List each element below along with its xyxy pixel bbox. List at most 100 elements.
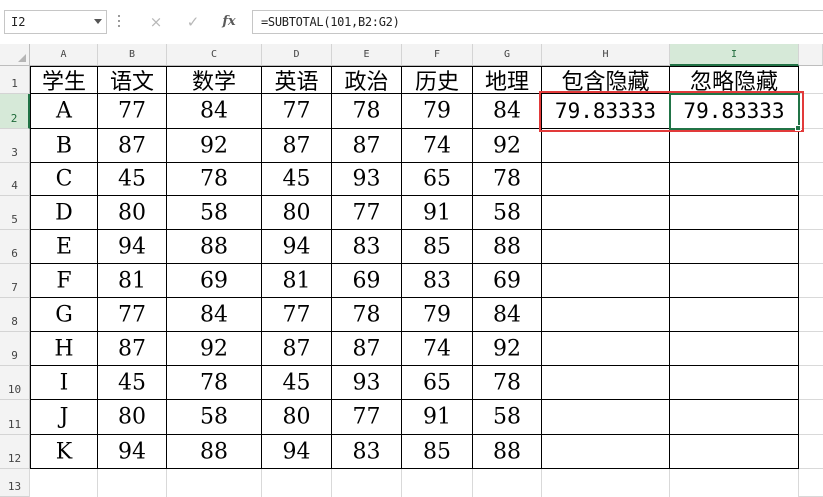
cell-h6[interactable] — [542, 230, 670, 264]
cell-h10[interactable] — [542, 366, 670, 400]
select-all-button[interactable] — [0, 44, 30, 66]
cell-e10[interactable]: 93 — [332, 366, 402, 400]
cell-i7[interactable] — [670, 264, 799, 298]
cell-i4[interactable] — [670, 163, 799, 196]
cell-b8[interactable]: 77 — [98, 298, 167, 332]
cell-c9[interactable]: 92 — [167, 332, 262, 366]
cell-c3[interactable]: 92 — [167, 129, 262, 163]
cell-i6[interactable] — [670, 230, 799, 264]
cell-g5[interactable]: 58 — [473, 196, 542, 230]
cancel-button[interactable]: × — [146, 13, 166, 31]
cell-c5[interactable]: 58 — [167, 196, 262, 230]
cell-e11[interactable]: 77 — [332, 400, 402, 435]
cell-d4[interactable]: 45 — [262, 163, 332, 196]
cell-f3[interactable]: 74 — [402, 129, 473, 163]
cell-d1[interactable]: 英语 — [262, 66, 332, 94]
column-header-d[interactable]: D — [262, 44, 332, 66]
cell-a3[interactable]: B — [30, 129, 98, 163]
cell-a7[interactable]: F — [30, 264, 98, 298]
column-header-e[interactable]: E — [332, 44, 402, 66]
cell-e12[interactable]: 83 — [332, 435, 402, 469]
column-header-i[interactable]: I — [670, 44, 799, 66]
cell-f2[interactable]: 79 — [402, 94, 473, 129]
insert-function-button[interactable]: fx — [219, 13, 239, 31]
cell-b7[interactable]: 81 — [98, 264, 167, 298]
cell-e1[interactable]: 政治 — [332, 66, 402, 94]
cell-g8[interactable]: 84 — [473, 298, 542, 332]
cell-f9[interactable]: 74 — [402, 332, 473, 366]
enter-button[interactable]: ✓ — [183, 13, 203, 31]
cell-g4[interactable]: 78 — [473, 163, 542, 196]
cell-b10[interactable]: 45 — [98, 366, 167, 400]
cell-e4[interactable]: 93 — [332, 163, 402, 196]
cell-f6[interactable]: 85 — [402, 230, 473, 264]
cell-f4[interactable]: 65 — [402, 163, 473, 196]
cell-c2[interactable]: 84 — [167, 94, 262, 129]
cell-i2[interactable]: 79.83333 — [670, 94, 799, 129]
cell-h7[interactable] — [542, 264, 670, 298]
cell-h11[interactable] — [542, 400, 670, 435]
cell-c6[interactable]: 88 — [167, 230, 262, 264]
cell-i12[interactable] — [670, 435, 799, 469]
column-header-b[interactable]: B — [98, 44, 167, 66]
cell-g3[interactable]: 92 — [473, 129, 542, 163]
cell-f10[interactable]: 65 — [402, 366, 473, 400]
cell-i5[interactable] — [670, 196, 799, 230]
cell-h8[interactable] — [542, 298, 670, 332]
cell-i9[interactable] — [670, 332, 799, 366]
cell-h1[interactable]: 包含隐藏 — [542, 66, 670, 94]
cell-d12[interactable]: 94 — [262, 435, 332, 469]
cell-d2[interactable]: 77 — [262, 94, 332, 129]
cell-g12[interactable]: 88 — [473, 435, 542, 469]
cell-h12[interactable] — [542, 435, 670, 469]
row-header-9[interactable]: 9 — [0, 332, 30, 366]
cell-c10[interactable]: 78 — [167, 366, 262, 400]
cell-a2[interactable]: A — [30, 94, 98, 129]
cell-g7[interactable]: 69 — [473, 264, 542, 298]
column-header-overflow[interactable] — [799, 44, 823, 66]
cell-g1[interactable]: 地理 — [473, 66, 542, 94]
cell-e6[interactable]: 83 — [332, 230, 402, 264]
cell-c12[interactable]: 88 — [167, 435, 262, 469]
row-header-6[interactable]: 6 — [0, 230, 30, 264]
column-header-g[interactable]: G — [473, 44, 542, 66]
cell-f1[interactable]: 历史 — [402, 66, 473, 94]
cell-b6[interactable]: 94 — [98, 230, 167, 264]
cell-d3[interactable]: 87 — [262, 129, 332, 163]
cell-a9[interactable]: H — [30, 332, 98, 366]
cell-e8[interactable]: 78 — [332, 298, 402, 332]
cell-i1[interactable]: 忽略隐藏 — [670, 66, 799, 94]
cell-d5[interactable]: 80 — [262, 196, 332, 230]
chevron-down-icon[interactable] — [94, 19, 102, 24]
cell-i10[interactable] — [670, 366, 799, 400]
row-header-10[interactable]: 10 — [0, 366, 30, 400]
cell-h4[interactable] — [542, 163, 670, 196]
cell-c1[interactable]: 数学 — [167, 66, 262, 94]
cell-a5[interactable]: D — [30, 196, 98, 230]
cell-e2[interactable]: 78 — [332, 94, 402, 129]
cell-a1[interactable]: 学生 — [30, 66, 98, 94]
cell-d7[interactable]: 81 — [262, 264, 332, 298]
cell-h9[interactable] — [542, 332, 670, 366]
cell-i8[interactable] — [670, 298, 799, 332]
cell-e5[interactable]: 77 — [332, 196, 402, 230]
cell-d10[interactable]: 45 — [262, 366, 332, 400]
row-header-11[interactable]: 11 — [0, 400, 30, 435]
row-header-7[interactable]: 7 — [0, 264, 30, 298]
cell-b12[interactable]: 94 — [98, 435, 167, 469]
cell-f12[interactable]: 85 — [402, 435, 473, 469]
column-header-h[interactable]: H — [542, 44, 670, 66]
cell-e7[interactable]: 69 — [332, 264, 402, 298]
cell-a4[interactable]: C — [30, 163, 98, 196]
cell-a12[interactable]: K — [30, 435, 98, 469]
drag-handle-icon[interactable] — [117, 12, 121, 32]
row-header-2[interactable]: 2 — [0, 94, 30, 129]
row-header-4[interactable]: 4 — [0, 163, 30, 196]
cell-g2[interactable]: 84 — [473, 94, 542, 129]
row-header-5[interactable]: 5 — [0, 196, 30, 230]
column-header-f[interactable]: F — [402, 44, 473, 66]
cell-a8[interactable]: G — [30, 298, 98, 332]
row-header-1[interactable]: 1 — [0, 66, 30, 94]
cell-d8[interactable]: 77 — [262, 298, 332, 332]
cell-h3[interactable] — [542, 129, 670, 163]
